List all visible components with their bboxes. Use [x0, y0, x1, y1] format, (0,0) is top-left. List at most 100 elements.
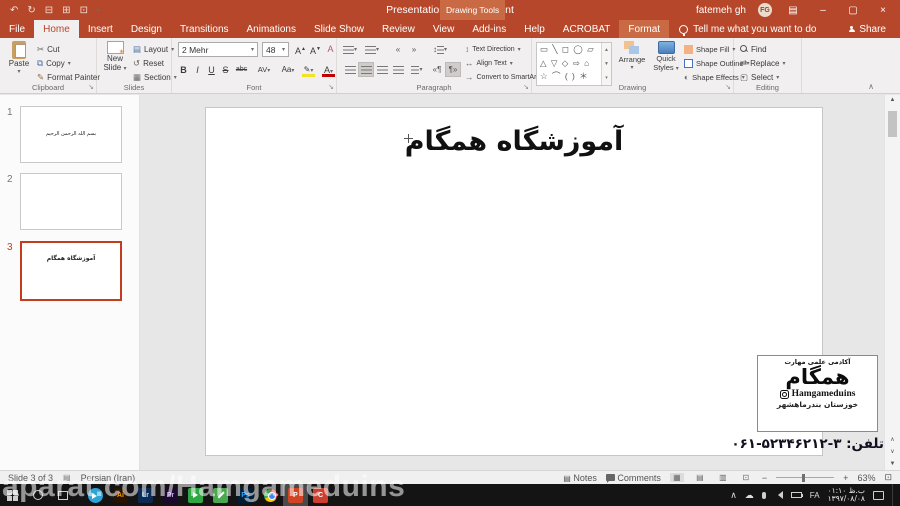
clear-formatting-button[interactable]: A — [324, 42, 337, 56]
show-desktop-button[interactable] — [892, 484, 896, 506]
tab-view[interactable]: View — [424, 20, 464, 38]
clock[interactable]: ۰۱:۱۰ ب.ظ ۱۳۹۷/۰۸/۰۸ — [828, 486, 865, 504]
bold-button[interactable]: B — [177, 63, 190, 77]
close-icon[interactable]: × — [874, 5, 892, 16]
fit-to-window-icon[interactable]: ⊡ — [884, 472, 892, 483]
format-painter-button[interactable]: ✎ Format Painter — [37, 71, 100, 83]
microphone-icon[interactable] — [761, 491, 766, 499]
paste-button[interactable]: Paste ▾ — [5, 41, 33, 75]
scroll-up-icon[interactable]: ▲ — [885, 95, 900, 106]
scrollbar-thumb[interactable] — [888, 111, 897, 137]
ribbon-display-options-icon[interactable]: ▤ — [784, 5, 802, 16]
tab-format[interactable]: Format — [619, 20, 670, 38]
speaker-icon[interactable] — [774, 491, 783, 499]
tab-home[interactable]: Home — [34, 20, 79, 38]
user-name[interactable]: fatemeh gh — [696, 5, 746, 16]
telegram-app-button[interactable] — [83, 484, 108, 506]
tab-file[interactable]: File — [0, 20, 34, 38]
font-name-combobox[interactable]: 2 Mehr ▾ — [178, 42, 258, 57]
tab-review[interactable]: Review — [373, 20, 424, 38]
tab-design[interactable]: Design — [122, 20, 171, 38]
language-indicator[interactable]: Persian (Iran) — [81, 473, 136, 483]
lightroom-app-button[interactable]: Lr — [133, 484, 158, 506]
battery-icon[interactable] — [790, 492, 804, 498]
previous-slide-icon[interactable]: ∧ — [885, 435, 900, 446]
justify-button[interactable] — [390, 62, 406, 77]
select-button[interactable]: ▢ Select ▾ — [740, 71, 779, 83]
zoom-slider[interactable] — [776, 473, 835, 482]
task-view-button[interactable] — [50, 484, 75, 506]
copy-button[interactable]: ⧉ Copy ▾ — [37, 57, 71, 69]
decrease-indent-icon[interactable]: « — [390, 42, 406, 57]
keyboard-language[interactable]: FA — [810, 491, 820, 500]
arrange-button[interactable]: Arrange ▾ — [616, 41, 648, 71]
font-size-combobox[interactable]: 48 ▾ — [262, 42, 289, 57]
red-c-app-button[interactable]: C — [308, 484, 333, 506]
slide-thumbnail-1[interactable]: بسم الله الرحمن الرحیم — [20, 106, 122, 163]
open-icon[interactable]: ⊞ — [62, 5, 70, 16]
columns-button[interactable]: ▾ — [409, 62, 425, 77]
avatar[interactable]: FG — [758, 3, 772, 17]
paragraph-dialog-launcher-icon[interactable]: ↘ — [523, 83, 529, 91]
slide-sorter-icon[interactable]: ▤ — [693, 473, 707, 482]
customize-qat-icon[interactable]: ▾ — [97, 7, 100, 14]
slideshow-icon[interactable]: ⊡ — [739, 473, 753, 482]
left-to-right-button[interactable]: «¶ — [429, 62, 445, 77]
align-right-button[interactable] — [374, 62, 390, 77]
undo-icon[interactable]: ↶ — [10, 5, 18, 16]
chrome-app-button[interactable] — [258, 484, 283, 506]
bullets-button[interactable]: ▾ — [342, 42, 358, 57]
cortana-search-button[interactable] — [25, 484, 50, 506]
tab-slide-show[interactable]: Slide Show — [305, 20, 373, 38]
premiere-app-button[interactable]: Pr — [158, 484, 183, 506]
normal-view-icon[interactable]: ▦ — [669, 473, 684, 482]
character-spacing-button[interactable]: AV▾ — [254, 63, 274, 77]
zoom-slider-thumb[interactable] — [802, 473, 806, 482]
align-left-button[interactable] — [342, 62, 358, 77]
align-center-button[interactable] — [358, 62, 374, 77]
zoom-level[interactable]: 63% — [857, 473, 875, 483]
onedrive-cloud-icon[interactable]: ☁ — [745, 490, 754, 501]
spellcheck-icon[interactable]: ▤ — [63, 473, 71, 482]
increase-font-size-button[interactable]: A▲ — [294, 42, 307, 56]
change-case-button[interactable]: Aa▾ — [278, 63, 298, 77]
redo-icon[interactable]: ↻ — [27, 5, 35, 16]
slide-thumbnail-3[interactable]: آموزشگاه همگام — [20, 241, 122, 301]
font-color-button[interactable]: A▾ — [322, 63, 335, 77]
align-text-button[interactable]: ↔ Align Text ▾ — [465, 57, 513, 69]
vertical-scrollbar[interactable]: ▲ ∧ ∨ ▼ — [884, 95, 900, 470]
tab-acrobat[interactable]: ACROBAT — [554, 20, 620, 38]
reading-view-icon[interactable]: ▥ — [716, 473, 730, 482]
slide-thumbnail-2[interactable] — [20, 173, 122, 230]
shapes-gallery[interactable]: ▭ ╲ ◻ ◯ ▱ △ ▽ ◇ ⇨ ⌂ ☆ ⌒ ( ) ＊ ▲ ▼ ▾ — [536, 42, 612, 86]
layout-button[interactable]: ▤ Layout ▾ — [133, 43, 174, 55]
tab-insert[interactable]: Insert — [79, 20, 122, 38]
increase-indent-icon[interactable]: » — [406, 42, 422, 57]
collapse-ribbon-icon[interactable]: ∧ — [868, 82, 874, 91]
green-video-app-button[interactable] — [183, 484, 208, 506]
notes-button[interactable]: ▤ Notes — [563, 473, 597, 483]
slide-canvas[interactable]: آموزشگاه همگام — [205, 107, 823, 456]
share-button[interactable]: Share — [848, 20, 900, 38]
right-to-left-button[interactable]: ¶» — [445, 62, 461, 77]
numbering-button[interactable]: ▾ — [364, 42, 380, 57]
tell-me-box[interactable]: Tell me what you want to do — [679, 20, 816, 38]
italic-button[interactable]: I — [191, 63, 204, 77]
section-button[interactable]: ▦ Section ▾ — [133, 71, 177, 83]
powerpoint-app-button[interactable]: P — [283, 484, 308, 506]
line-spacing-button[interactable]: ↕ ▾ — [429, 42, 451, 57]
minimize-icon[interactable]: – — [814, 5, 832, 16]
tab-transitions[interactable]: Transitions — [171, 20, 238, 38]
maximize-icon[interactable]: ▢ — [844, 5, 862, 16]
zoom-out-icon[interactable]: − — [762, 473, 767, 483]
cut-button[interactable]: ✂ Cut — [37, 43, 60, 55]
print-icon[interactable]: ⊟ — [45, 5, 53, 16]
save-icon[interactable]: ⊡ — [80, 5, 88, 16]
zoom-in-icon[interactable]: + — [843, 473, 848, 483]
screenshot-app-button[interactable] — [208, 484, 233, 506]
next-slide-icon[interactable]: ∨ — [885, 447, 900, 458]
reset-button[interactable]: ↺ Reset — [133, 57, 164, 69]
tab-animations[interactable]: Animations — [238, 20, 305, 38]
replace-button[interactable]: ⇄ Replace ▾ — [740, 57, 786, 69]
tab-help[interactable]: Help — [515, 20, 554, 38]
